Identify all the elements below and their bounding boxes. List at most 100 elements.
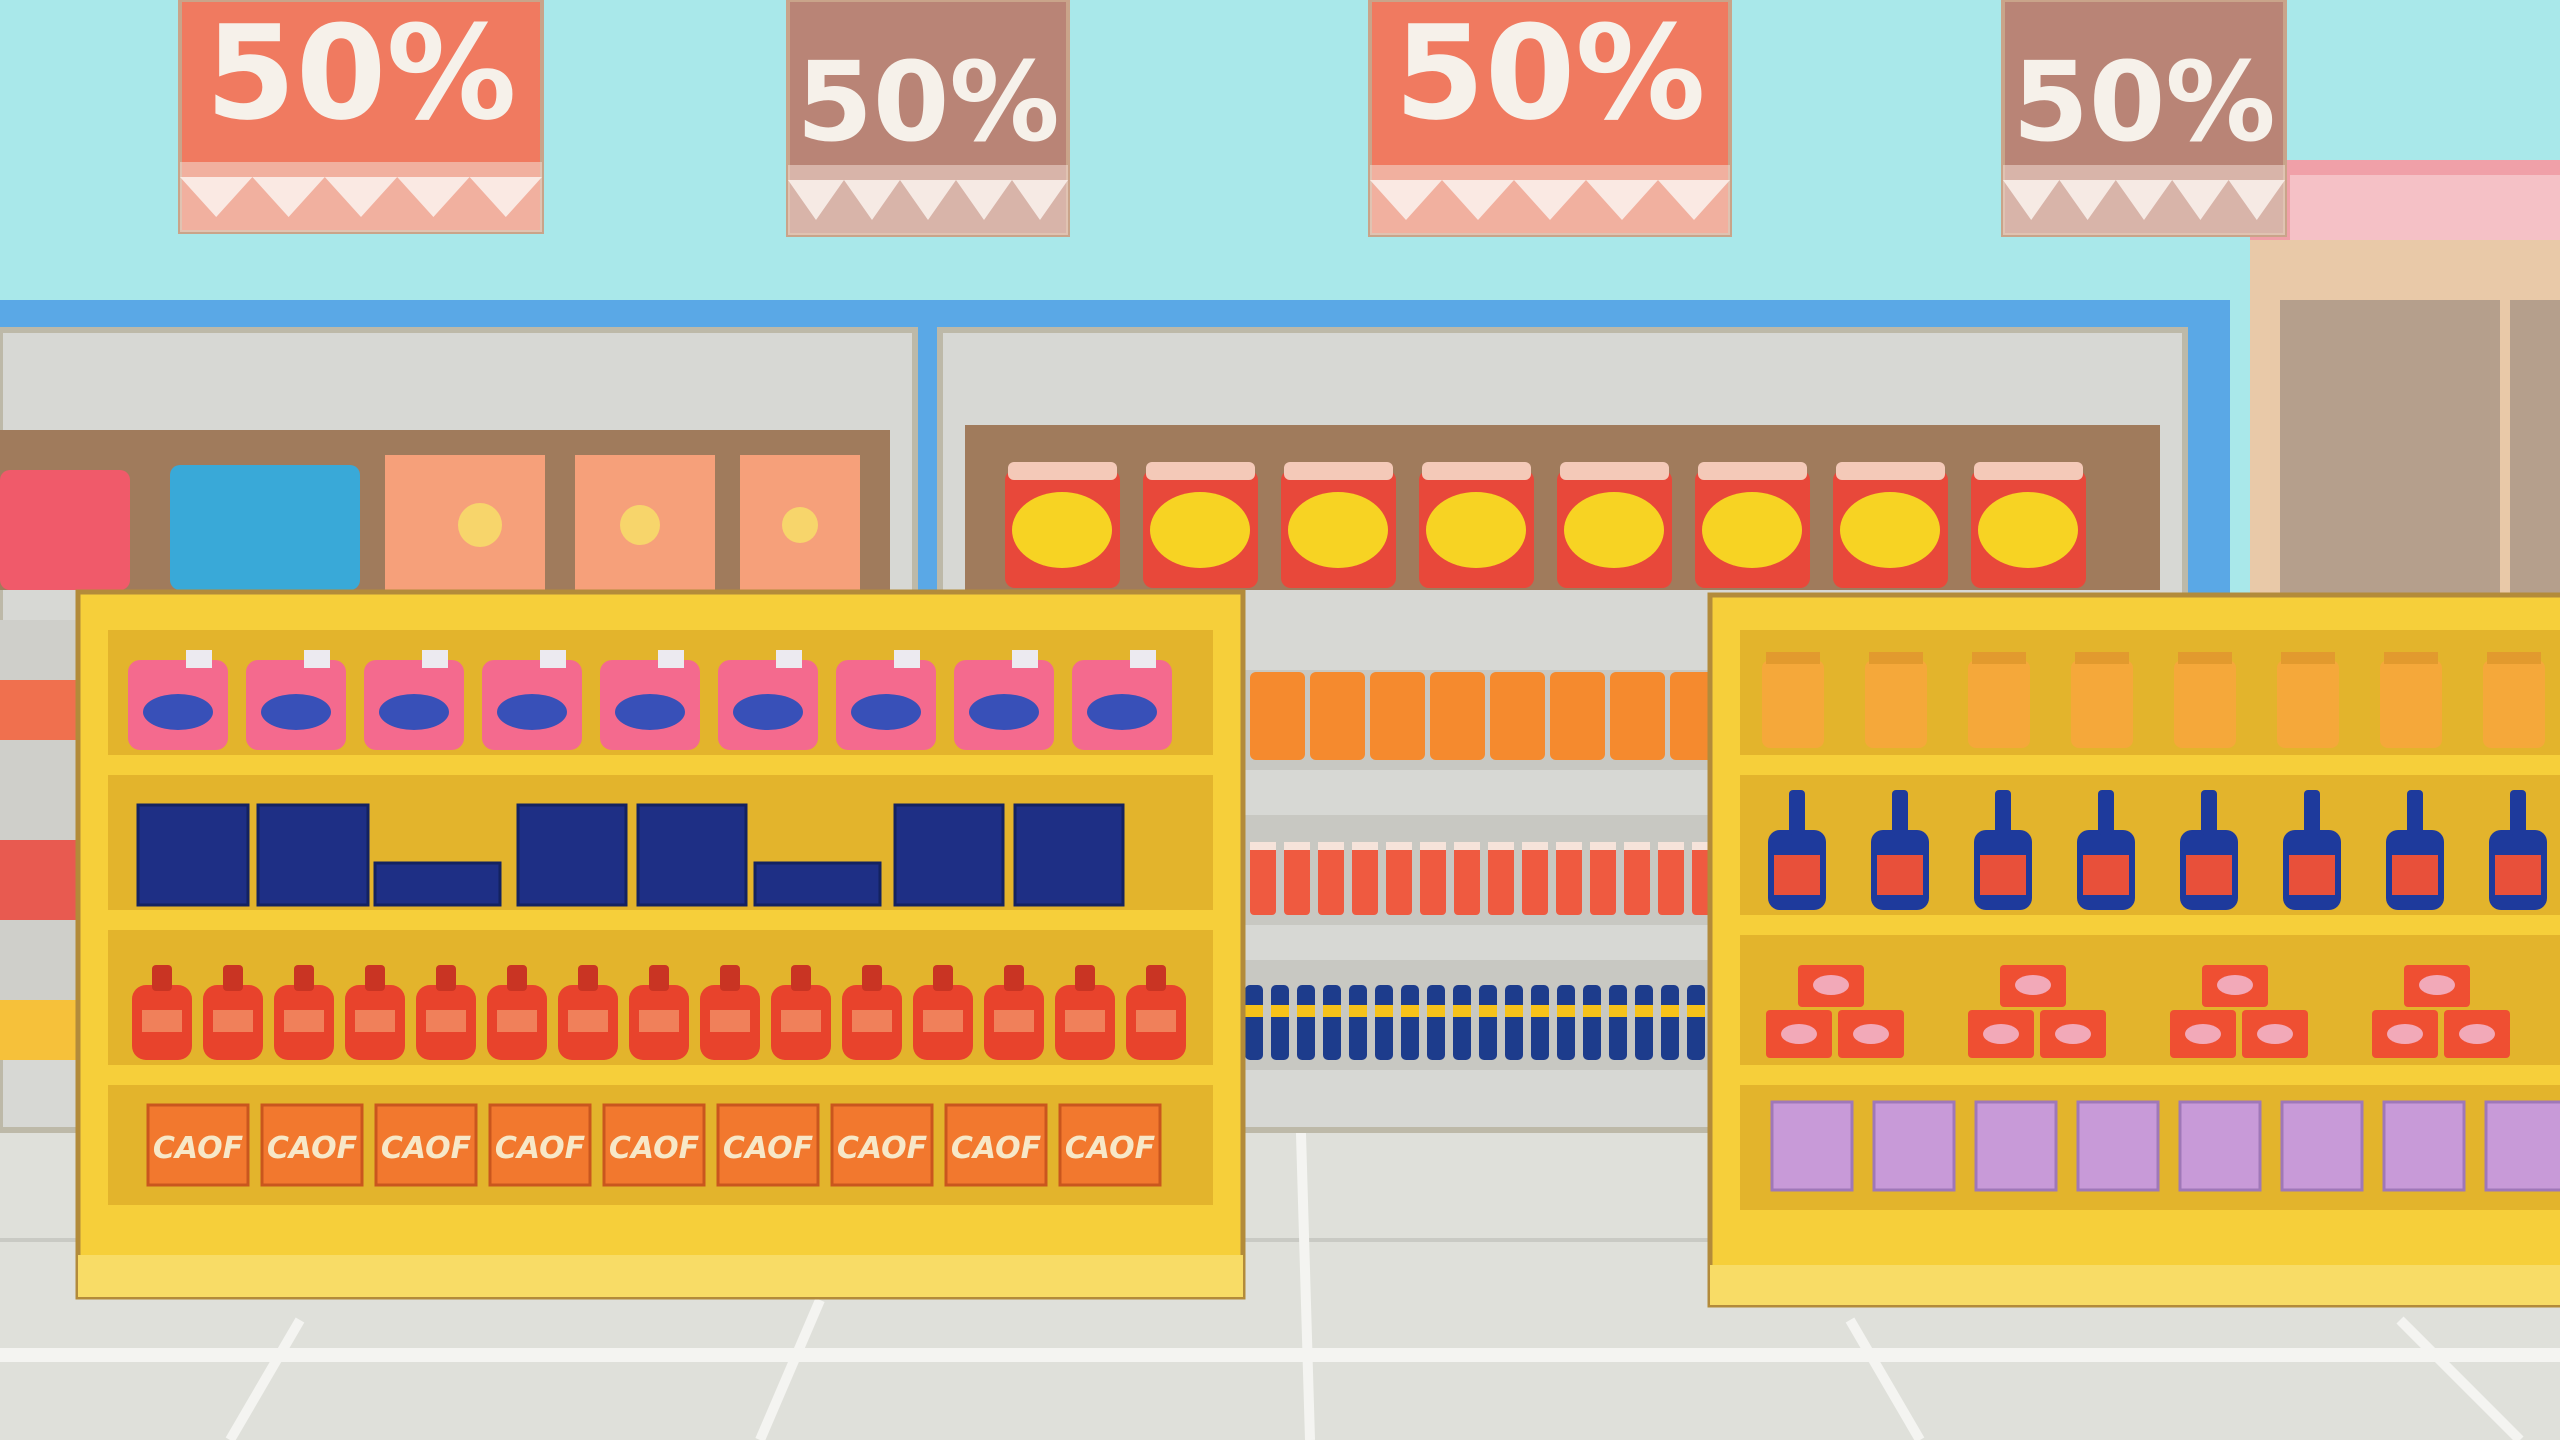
jar xyxy=(1833,462,1948,588)
can xyxy=(1658,842,1684,915)
can xyxy=(1318,842,1344,915)
honey-jar xyxy=(1865,652,1927,748)
dark-bottle xyxy=(1635,985,1653,1060)
jar xyxy=(1005,462,1120,588)
can xyxy=(1556,842,1582,915)
can xyxy=(1352,842,1378,915)
detergent-jug xyxy=(246,650,346,750)
caof-box: CAOF xyxy=(830,1103,934,1187)
caof-label: CAOF xyxy=(153,1131,244,1166)
can xyxy=(1420,842,1446,915)
honey-jar xyxy=(2277,652,2339,748)
dark-bottle xyxy=(1557,985,1575,1060)
jar xyxy=(1143,462,1258,588)
supermarket-scene: 50% 50% 50% 50% CAOF CAOF CAOF CAOF CAOF CAOF CAO… xyxy=(0,0,2560,1440)
dark-bottle xyxy=(1349,985,1367,1060)
caof-box: CAOF xyxy=(716,1103,820,1187)
dark-bottle xyxy=(1687,985,1705,1060)
orange-jar xyxy=(1550,672,1605,760)
caof-label: CAOF xyxy=(837,1131,928,1166)
dark-bottle xyxy=(1583,985,1601,1060)
blue-box xyxy=(893,803,1005,907)
orange-jar xyxy=(1610,672,1665,760)
detergent-jug xyxy=(128,650,228,750)
can xyxy=(1624,842,1650,915)
blue-box xyxy=(1013,803,1125,907)
orange-jar xyxy=(1430,672,1485,760)
detergent-jug-row xyxy=(128,650,1172,750)
detergent-jug xyxy=(600,650,700,750)
dark-bottle xyxy=(1297,985,1315,1060)
right-fridge xyxy=(2250,160,2560,600)
can xyxy=(1284,842,1310,915)
purple-box xyxy=(1974,1100,2058,1192)
sale-sign-label: 50% xyxy=(1394,0,1705,149)
caof-label: CAOF xyxy=(267,1131,358,1166)
orange-jar xyxy=(1250,672,1305,760)
detergent-jug xyxy=(1072,650,1172,750)
can xyxy=(1488,842,1514,915)
can xyxy=(1522,842,1548,915)
purple-box xyxy=(1770,1100,1854,1192)
blue-box xyxy=(373,861,502,907)
purple-box xyxy=(2382,1100,2466,1192)
dark-bottle xyxy=(1531,985,1549,1060)
dark-bottle xyxy=(1661,985,1679,1060)
dark-bottle xyxy=(1245,985,1263,1060)
front-shelf-left: CAOF CAOF CAOF CAOF CAOF CAOF CAOF CAOF CAOF xyxy=(75,589,1246,1300)
detergent-jug xyxy=(718,650,818,750)
sale-sign-label: 50% xyxy=(2012,38,2275,166)
dark-bottle xyxy=(1453,985,1471,1060)
orange-jar xyxy=(1370,672,1425,760)
sale-sign: 50% xyxy=(786,0,1070,237)
caof-box: CAOF xyxy=(146,1103,250,1187)
front-shelf-right xyxy=(1707,592,2560,1308)
blue-box xyxy=(516,803,628,907)
jar xyxy=(1281,462,1396,588)
dark-bottle xyxy=(1505,985,1523,1060)
blue-box xyxy=(136,803,250,907)
dark-bottle xyxy=(1271,985,1289,1060)
sale-sign-label: 50% xyxy=(796,38,1059,166)
caof-box-row: CAOF CAOF CAOF CAOF CAOF CAOF CAOF CAOF CAOF xyxy=(146,1103,1162,1187)
caof-label: CAOF xyxy=(723,1131,814,1166)
jar xyxy=(1557,462,1672,588)
can xyxy=(1386,842,1412,915)
caof-label: CAOF xyxy=(381,1131,472,1166)
caof-box: CAOF xyxy=(488,1103,592,1187)
caof-box: CAOF xyxy=(602,1103,706,1187)
blue-box xyxy=(256,803,370,907)
honey-jar xyxy=(2380,652,2442,748)
can xyxy=(1454,842,1480,915)
detergent-jug xyxy=(364,650,464,750)
bread-bag xyxy=(0,470,130,590)
sale-sign: 50% xyxy=(178,0,544,234)
detergent-jug xyxy=(954,650,1054,750)
honey-jar xyxy=(2071,652,2133,748)
orange-jar xyxy=(1310,672,1365,760)
purple-box xyxy=(2280,1100,2364,1192)
can xyxy=(1590,842,1616,915)
caof-label: CAOF xyxy=(1065,1131,1156,1166)
dark-bottle xyxy=(1401,985,1419,1060)
sale-sign-label: 50% xyxy=(205,0,516,149)
purple-box xyxy=(2178,1100,2262,1192)
dark-bottle xyxy=(1427,985,1445,1060)
orange-jar xyxy=(1490,672,1545,760)
dark-bottle xyxy=(1375,985,1393,1060)
caof-box: CAOF xyxy=(260,1103,364,1187)
purple-box xyxy=(1872,1100,1956,1192)
jar xyxy=(1971,462,2086,588)
blue-box xyxy=(636,803,748,907)
caof-box: CAOF xyxy=(1058,1103,1162,1187)
jar xyxy=(1695,462,1810,588)
blue-box xyxy=(753,861,882,907)
honey-jar xyxy=(2483,652,2545,748)
caof-label: CAOF xyxy=(951,1131,1042,1166)
can xyxy=(1250,842,1276,915)
dark-bottle xyxy=(1323,985,1341,1060)
caof-label: CAOF xyxy=(495,1131,586,1166)
jar xyxy=(1419,462,1534,588)
chips-bag xyxy=(170,465,360,590)
sale-sign: 50% xyxy=(2001,0,2287,237)
